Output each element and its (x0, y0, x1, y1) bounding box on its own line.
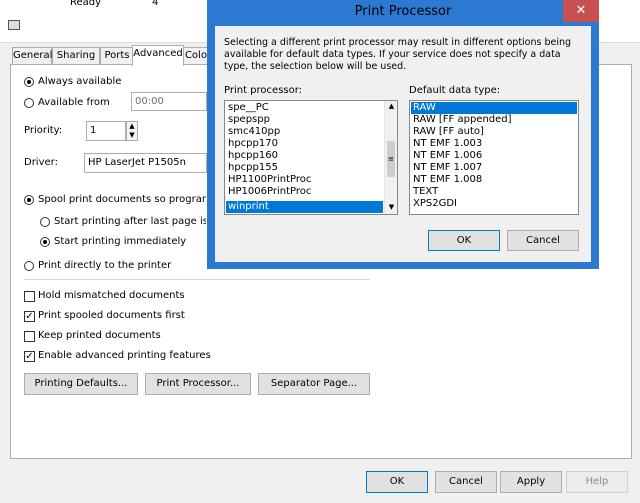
separator-page-button[interactable]: Separator Page... (258, 373, 370, 395)
list-item[interactable]: RAW [FF auto] (413, 126, 484, 138)
list-item[interactable]: TEXT (413, 186, 438, 198)
divider (24, 279, 370, 280)
hold-mismatched-checkbox[interactable] (24, 291, 35, 302)
help-button[interactable]: Help (566, 471, 628, 493)
dialog-message: Selecting a different print processor ma… (224, 37, 572, 72)
start-immediately-label: Start printing immediately (54, 236, 187, 247)
cancel-button[interactable]: Cancel (435, 471, 497, 493)
driver-label: Driver: (24, 157, 58, 168)
keep-printed-label: Keep printed documents (38, 330, 161, 341)
list-item-selected[interactable]: RAW (411, 102, 577, 114)
tab-general[interactable]: General (12, 47, 52, 64)
available-from-label: Available from (38, 97, 110, 108)
list-item[interactable]: spepspp (228, 114, 270, 126)
enable-advanced-features-label: Enable advanced printing features (38, 350, 211, 361)
print-spooled-first-checkbox[interactable]: ✓ (24, 311, 35, 322)
list-item[interactable]: NT EMF 1.003 (413, 138, 482, 150)
status-text: Ready (70, 0, 102, 8)
list-item[interactable]: HP1100PrintProc (228, 174, 311, 186)
list-item[interactable]: smc410pp (228, 126, 280, 138)
print-direct-label: Print directly to the printer (38, 260, 172, 271)
start-after-last-page-label: Start printing after last page is spoo (54, 216, 206, 227)
datatype-list[interactable]: RAW RAW [FF appended] RAW [FF auto] NT E… (409, 100, 579, 215)
dialog-cancel-button[interactable]: Cancel (507, 230, 579, 251)
enable-advanced-features-checkbox[interactable]: ✓ (24, 351, 35, 362)
priority-input[interactable]: 1 (86, 121, 126, 141)
list-item[interactable]: hpcpp160 (228, 150, 278, 162)
scroll-thumb[interactable]: ≡ (387, 141, 395, 177)
keep-printed-checkbox[interactable] (24, 331, 35, 342)
chevron-up-icon[interactable]: ▲ (385, 101, 397, 112)
available-from-time[interactable]: 00:00 (131, 92, 207, 111)
available-from-radio[interactable] (24, 98, 34, 108)
dialog-ok-button[interactable]: OK (428, 230, 500, 251)
list-item[interactable]: hpcpp155 (228, 162, 278, 174)
print-spooled-first-label: Print spooled documents first (38, 310, 185, 321)
list-item-selected[interactable]: winprint (226, 201, 383, 213)
priority-stepper[interactable]: ▲ ▼ (126, 121, 138, 141)
tab-sharing[interactable]: Sharing (52, 47, 100, 64)
tab-ports[interactable]: Ports (100, 47, 134, 64)
list-item[interactable]: NT EMF 1.008 (413, 174, 482, 186)
print-direct-radio[interactable] (24, 261, 34, 271)
processor-scrollbar[interactable]: ▲ ≡ ▼ (384, 101, 397, 214)
start-after-last-page-radio[interactable] (40, 217, 50, 227)
job-count: 4 (152, 0, 159, 8)
close-icon[interactable]: ✕ (563, 0, 599, 22)
spool-label: Spool print documents so program fini (38, 194, 206, 205)
tab-advanced[interactable]: Advanced (132, 45, 184, 66)
chevron-down-icon[interactable]: ▼ (385, 202, 397, 213)
list-item[interactable]: spe__PC (228, 102, 269, 114)
chevron-up-icon[interactable]: ▲ (127, 122, 137, 131)
list-item[interactable]: HP1006PrintProc (228, 186, 311, 198)
ok-button[interactable]: OK (366, 471, 428, 493)
chevron-down-icon[interactable]: ▼ (127, 131, 137, 140)
dialog-title: Print Processor (354, 4, 452, 19)
print-processor-button[interactable]: Print Processor... (145, 373, 251, 395)
list-item[interactable]: hpcpp170 (228, 138, 278, 150)
always-available-radio[interactable] (24, 77, 34, 87)
hold-mismatched-label: Hold mismatched documents (38, 290, 185, 301)
priority-label: Priority: (24, 125, 63, 136)
processor-list[interactable]: spe__PC spepspp smc410pp hpcpp170 hpcpp1… (224, 100, 398, 215)
list-item[interactable]: NT EMF 1.007 (413, 162, 482, 174)
printing-defaults-button[interactable]: Printing Defaults... (24, 373, 138, 395)
apply-button[interactable]: Apply (500, 471, 562, 493)
list-item[interactable]: XPS2GDI (413, 198, 457, 210)
driver-select[interactable]: HP LaserJet P1505n (84, 153, 207, 173)
start-immediately-radio[interactable] (40, 237, 50, 247)
list-item[interactable]: NT EMF 1.006 (413, 150, 482, 162)
spool-radio[interactable] (24, 195, 34, 205)
list-item[interactable]: RAW [FF appended] (413, 114, 512, 126)
processor-label: Print processor: (224, 85, 303, 96)
datatype-label: Default data type: (409, 85, 501, 96)
always-available-label: Always available (38, 76, 122, 87)
printer-icon (8, 20, 20, 30)
